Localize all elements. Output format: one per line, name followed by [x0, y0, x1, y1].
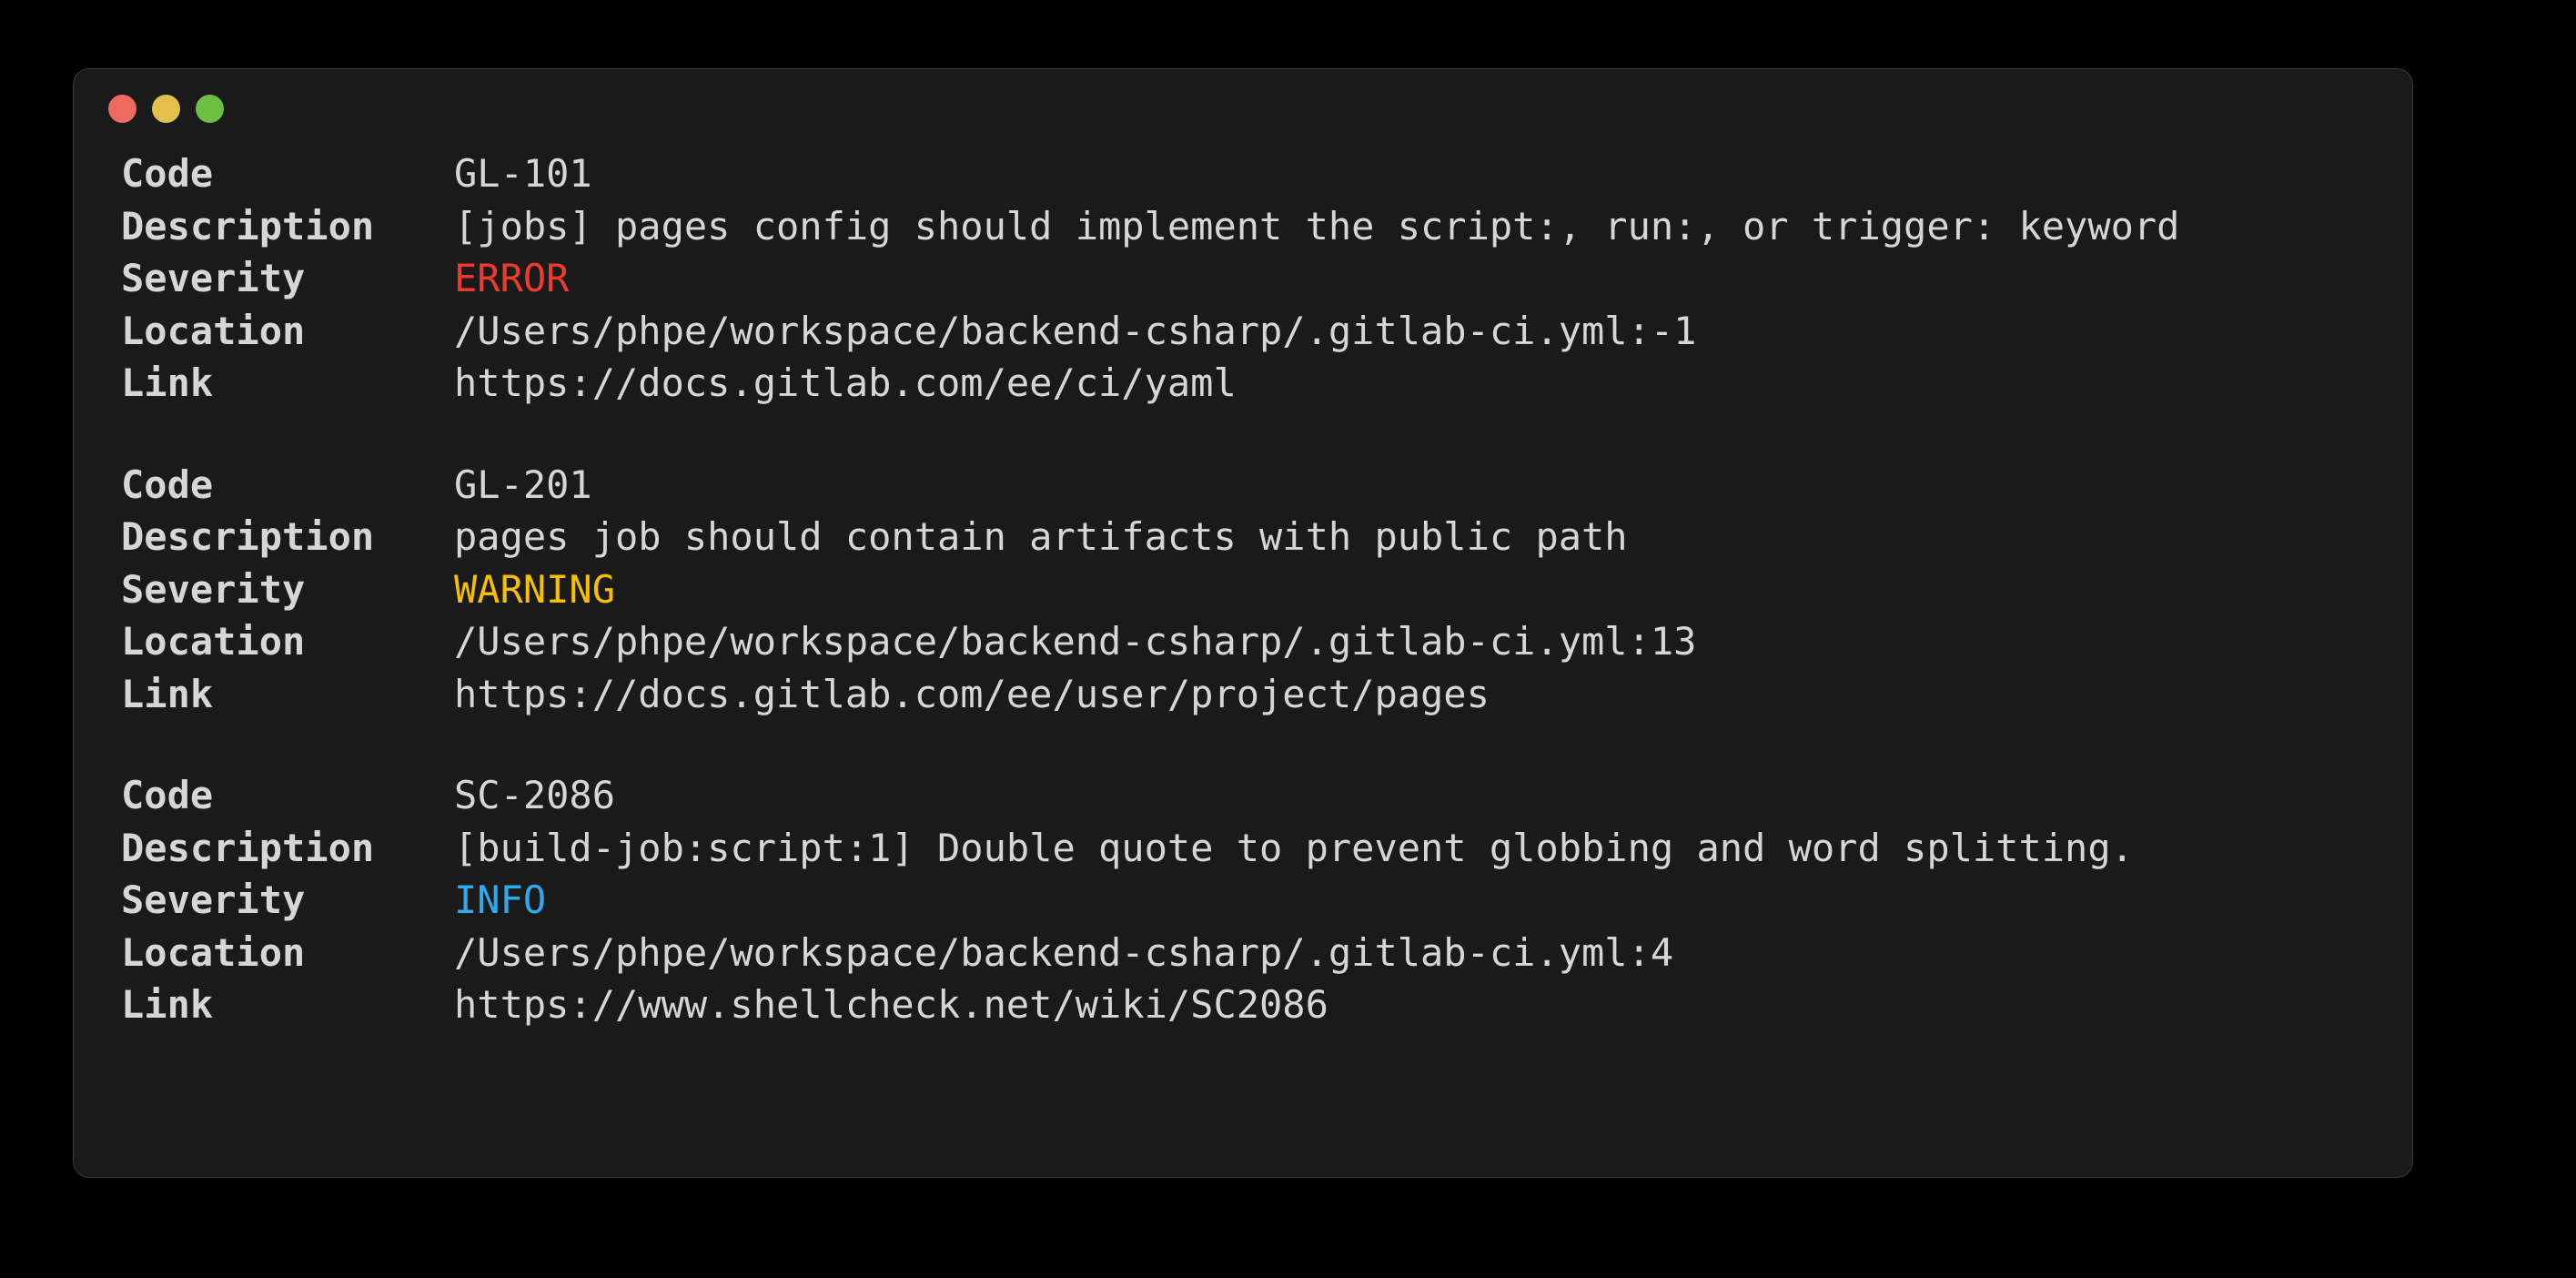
- finding-location-row: Location /Users/phpe/workspace/backend-c…: [121, 305, 2412, 358]
- severity-label: Severity: [121, 566, 306, 612]
- finding-location-row: Location /Users/phpe/workspace/backend-c…: [121, 927, 2412, 979]
- close-window-button[interactable]: [108, 94, 136, 123]
- description-value: pages job should contain artifacts with …: [454, 514, 1628, 559]
- finding-link-row: Link https://www.shellcheck.net/wiki/SC2…: [121, 979, 2412, 1031]
- link-label: Link: [121, 671, 214, 716]
- minimize-window-button[interactable]: [152, 94, 180, 123]
- finding-description-row: Description [build-job:script:1] Double …: [121, 822, 2412, 875]
- location-label: Location: [121, 619, 306, 664]
- code-value: SC-2086: [454, 773, 616, 817]
- description-label: Description: [121, 514, 375, 559]
- severity-label: Severity: [121, 877, 306, 922]
- severity-value: WARNING: [454, 566, 616, 612]
- code-value: GL-101: [454, 151, 592, 196]
- code-label: Code: [121, 151, 214, 196]
- maximize-window-button[interactable]: [196, 94, 224, 123]
- finding-block: Code GL-201 Description pages job should…: [121, 459, 2412, 721]
- link-value[interactable]: https://docs.gitlab.com/ee/user/project/…: [454, 668, 2412, 721]
- location-label: Location: [121, 929, 306, 975]
- severity-value: ERROR: [454, 256, 570, 300]
- link-value[interactable]: https://docs.gitlab.com/ee/ci/yaml: [454, 357, 2412, 410]
- finding-code-row: Code SC-2086: [121, 769, 2412, 822]
- terminal-titlebar[interactable]: [74, 69, 2412, 147]
- finding-severity-row: Severity ERROR: [121, 252, 2412, 305]
- finding-block: Code SC-2086 Description [build-job:scri…: [121, 769, 2412, 1031]
- location-value: /Users/phpe/workspace/backend-csharp/.gi…: [454, 929, 1674, 975]
- finding-block: Code GL-101 Description [jobs] pages con…: [121, 147, 2412, 410]
- finding-location-row: Location /Users/phpe/workspace/backend-c…: [121, 615, 2412, 668]
- location-label: Location: [121, 308, 306, 353]
- code-label: Code: [121, 462, 214, 507]
- severity-value: INFO: [454, 877, 547, 922]
- traffic-light-group: [108, 94, 224, 123]
- code-label: Code: [121, 773, 214, 817]
- link-value[interactable]: https://www.shellcheck.net/wiki/SC2086: [454, 979, 2412, 1031]
- description-value: [build-job:script:1] Double quote to pre…: [454, 825, 2134, 870]
- finding-description-row: Description [jobs] pages config should i…: [121, 200, 2412, 253]
- finding-code-row: Code GL-201: [121, 459, 2412, 512]
- desktop-background: Code GL-101 Description [jobs] pages con…: [0, 0, 2576, 1278]
- finding-severity-row: Severity WARNING: [121, 563, 2412, 616]
- code-value: GL-201: [454, 462, 592, 507]
- finding-link-row: Link https://docs.gitlab.com/ee/user/pro…: [121, 668, 2412, 721]
- link-label: Link: [121, 360, 214, 405]
- finding-code-row: Code GL-101: [121, 147, 2412, 200]
- finding-link-row: Link https://docs.gitlab.com/ee/ci/yaml: [121, 357, 2412, 410]
- description-value: [jobs] pages config should implement the…: [454, 203, 2180, 248]
- location-value: /Users/phpe/workspace/backend-csharp/.gi…: [454, 308, 1697, 353]
- terminal-window: Code GL-101 Description [jobs] pages con…: [73, 68, 2413, 1178]
- description-label: Description: [121, 203, 375, 248]
- severity-label: Severity: [121, 256, 306, 300]
- location-value: /Users/phpe/workspace/backend-csharp/.gi…: [454, 619, 1697, 664]
- terminal-output: Code GL-101 Description [jobs] pages con…: [74, 147, 2412, 1031]
- finding-severity-row: Severity INFO: [121, 874, 2412, 927]
- description-label: Description: [121, 825, 375, 870]
- finding-description-row: Description pages job should contain art…: [121, 511, 2412, 563]
- link-label: Link: [121, 982, 214, 1027]
